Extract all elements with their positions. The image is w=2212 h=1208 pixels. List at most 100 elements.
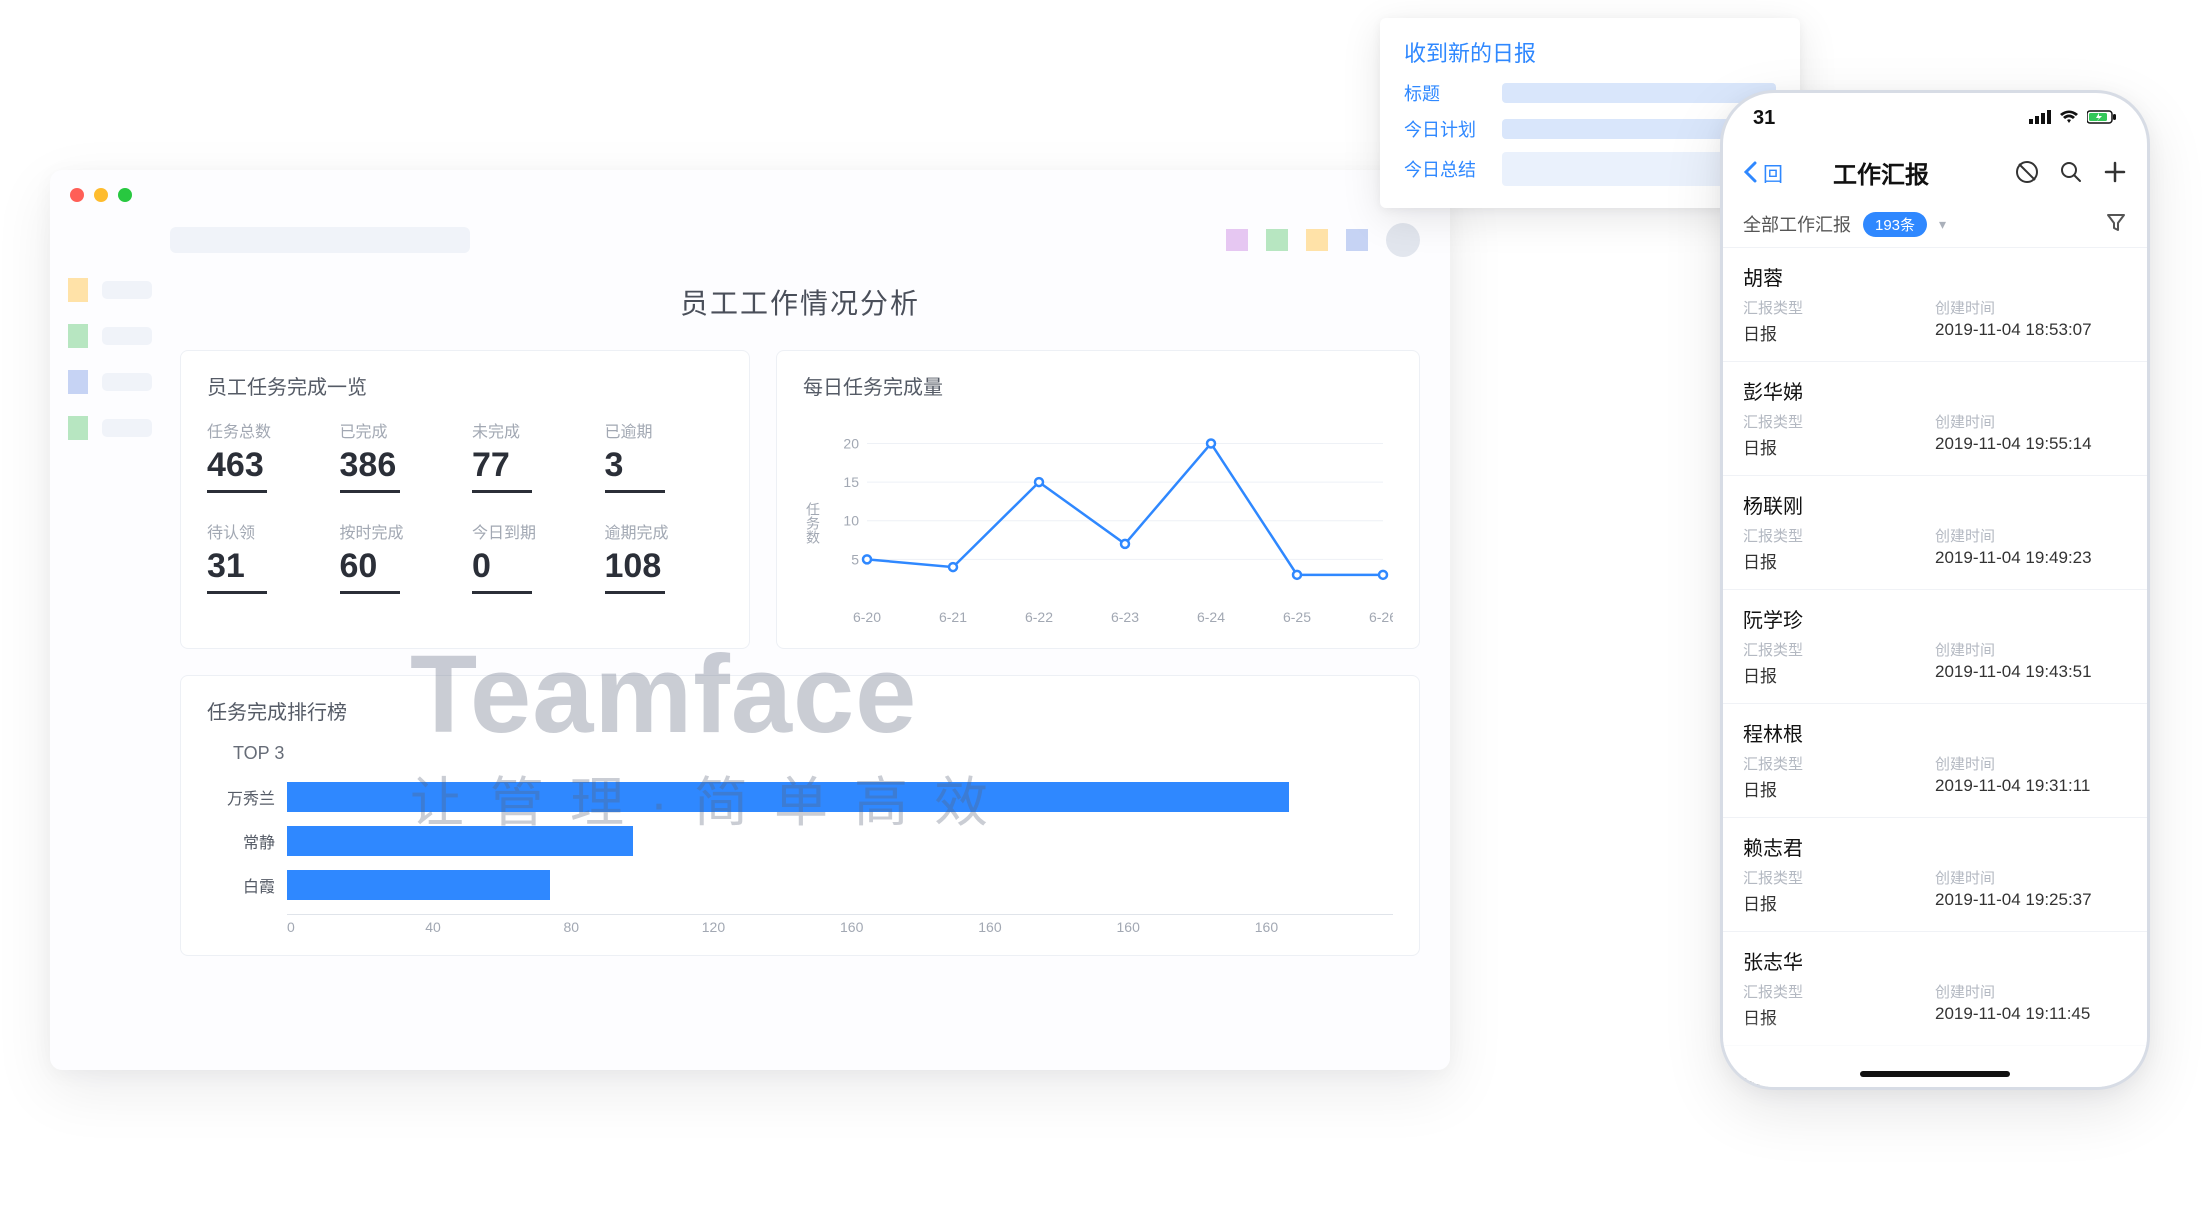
clock-icon[interactable] xyxy=(2015,160,2039,184)
rank-bar xyxy=(287,826,633,856)
sidebar-item[interactable] xyxy=(68,324,152,348)
report-author: 阮学珍 xyxy=(1743,604,2127,633)
sidebar-icon xyxy=(68,278,88,302)
report-time: 2019-11-04 19:25:37 xyxy=(1935,890,2127,910)
sidebar-item[interactable] xyxy=(68,370,152,394)
app-switcher-tile[interactable] xyxy=(1346,229,1368,251)
stat-cell: 已逾期3 xyxy=(605,418,724,493)
phone-nav-title: 工作汇报 xyxy=(1747,155,2015,190)
report-time-label: 创建时间 xyxy=(1935,867,2127,888)
report-list-item[interactable]: 杨联刚汇报类型日报创建时间2019-11-04 19:49:23 xyxy=(1723,475,2147,589)
line-chart-ylabel: 任务数 xyxy=(803,502,823,544)
rank-bar-row: 白霞 xyxy=(207,870,1393,900)
svg-text:5: 5 xyxy=(851,551,859,567)
close-icon[interactable] xyxy=(70,188,84,202)
svg-text:6-24: 6-24 xyxy=(1197,609,1225,625)
rank-name: 常静 xyxy=(207,829,287,853)
sidebar-label-placeholder xyxy=(102,373,152,391)
notification-field-label: 今日总结 xyxy=(1404,156,1480,182)
notification-field-label: 标题 xyxy=(1404,80,1480,106)
report-list-item[interactable]: 彭华娣汇报类型日报创建时间2019-11-04 19:55:14 xyxy=(1723,361,2147,475)
report-type: 日报 xyxy=(1743,890,1935,915)
window-title-bar xyxy=(50,170,1450,220)
report-author: 张志华 xyxy=(1743,946,2127,975)
filter-dropdown[interactable]: 全部工作汇报 xyxy=(1743,211,1851,237)
status-bar: 31 xyxy=(1723,93,2147,143)
report-type: 日报 xyxy=(1743,662,1935,687)
filter-row: 全部工作汇报 193条 ▾ xyxy=(1723,201,2147,247)
report-author: 杨联刚 xyxy=(1743,490,2127,519)
report-type-label: 汇报类型 xyxy=(1743,753,1935,774)
top-right-controls xyxy=(1226,223,1420,257)
report-time-label: 创建时间 xyxy=(1935,981,2127,1002)
svg-text:6-25: 6-25 xyxy=(1283,609,1311,625)
report-author: 胡蓉 xyxy=(1743,262,2127,291)
report-time: 2019-11-04 19:11:45 xyxy=(1935,1004,2127,1024)
stat-label: 已完成 xyxy=(340,418,459,442)
report-time: 2019-11-04 18:53:07 xyxy=(1935,320,2127,340)
rank-subtitle: TOP 3 xyxy=(233,743,1393,764)
battery-icon xyxy=(2087,107,2117,130)
wifi-icon xyxy=(2059,107,2079,130)
report-list-item[interactable]: 程林根汇报类型日报创建时间2019-11-04 19:31:11 xyxy=(1723,703,2147,817)
avatar[interactable] xyxy=(1386,223,1420,257)
chevron-down-icon: ▾ xyxy=(1939,216,1946,233)
report-author: 彭华娣 xyxy=(1743,376,2127,405)
maximize-icon[interactable] xyxy=(118,188,132,202)
filter-icon[interactable] xyxy=(2105,211,2127,238)
search-icon[interactable] xyxy=(2059,160,2083,184)
report-list-item[interactable]: 胡蓉汇报类型日报创建时间2019-11-04 18:53:07 xyxy=(1723,247,2147,361)
report-time-label: 创建时间 xyxy=(1935,639,2127,660)
sidebar-icon xyxy=(68,416,88,440)
svg-text:10: 10 xyxy=(843,513,859,529)
stat-value: 463 xyxy=(207,448,267,493)
sidebar xyxy=(50,260,170,1070)
report-author: 程林根 xyxy=(1743,718,2127,747)
svg-text:15: 15 xyxy=(843,474,859,490)
report-list-item[interactable]: 张志华汇报类型日报创建时间2019-11-04 19:11:45 xyxy=(1723,931,2147,1045)
desktop-window: 员工工作情况分析 员工任务完成一览 任务总数463已完成386未完成77已逾期3… xyxy=(50,170,1450,1070)
sidebar-item[interactable] xyxy=(68,416,152,440)
report-list-item[interactable]: 赖志君汇报类型日报创建时间2019-11-04 19:25:37 xyxy=(1723,817,2147,931)
signal-icon xyxy=(2029,107,2051,130)
app-switcher-tile[interactable] xyxy=(1306,229,1328,251)
report-type: 日报 xyxy=(1743,434,1935,459)
phone-frame: 31 回 工作汇报 xyxy=(1720,90,2150,1090)
phone-nav-bar: 回 工作汇报 xyxy=(1723,143,2147,201)
rank-bar xyxy=(287,782,1289,812)
app-switcher-tile[interactable] xyxy=(1266,229,1288,251)
bar-axis-tick: 40 xyxy=(425,919,563,935)
notification-row: 标题 xyxy=(1404,80,1776,106)
sidebar-label-placeholder xyxy=(102,419,152,437)
minimize-icon[interactable] xyxy=(94,188,108,202)
home-indicator[interactable] xyxy=(1860,1071,2010,1077)
report-list-item[interactable]: 阮学珍汇报类型日报创建时间2019-11-04 19:43:51 xyxy=(1723,589,2147,703)
stats-card: 员工任务完成一览 任务总数463已完成386未完成77已逾期3待认领31按时完成… xyxy=(180,350,750,649)
report-type-label: 汇报类型 xyxy=(1743,981,1935,1002)
svg-text:6-22: 6-22 xyxy=(1025,609,1053,625)
report-list: 胡蓉汇报类型日报创建时间2019-11-04 18:53:07彭华娣汇报类型日报… xyxy=(1723,247,2147,1090)
stat-value: 31 xyxy=(207,549,267,594)
report-type-label: 汇报类型 xyxy=(1743,411,1935,432)
bar-axis-tick: 160 xyxy=(1255,919,1393,935)
sidebar-item[interactable] xyxy=(68,278,152,302)
count-badge: 193条 xyxy=(1863,212,1927,237)
report-type-label: 汇报类型 xyxy=(1743,525,1935,546)
report-type: 日报 xyxy=(1743,548,1935,573)
bar-axis-tick: 160 xyxy=(840,919,978,935)
stat-cell: 未完成77 xyxy=(472,418,591,493)
stat-value: 0 xyxy=(472,549,532,594)
report-time: 2019-11-04 19:31:11 xyxy=(1935,776,2127,796)
add-icon[interactable] xyxy=(2103,160,2127,184)
line-chart: 51015206-206-216-226-236-246-256-26 xyxy=(833,418,1393,628)
bar-axis-tick: 160 xyxy=(1117,919,1255,935)
svg-text:6-26: 6-26 xyxy=(1369,609,1393,625)
stat-label: 待认领 xyxy=(207,519,326,543)
report-time-label: 创建时间 xyxy=(1935,753,2127,774)
report-list-item[interactable]: 胡蓉汇报类型日报创建时间2019-11-04 18:53:07 xyxy=(1723,1045,2147,1090)
app-switcher-tile[interactable] xyxy=(1226,229,1248,251)
rank-bar-row: 万秀兰 xyxy=(207,782,1393,812)
notification-field-label: 今日计划 xyxy=(1404,116,1480,142)
notification-field-placeholder xyxy=(1502,83,1776,103)
svg-text:20: 20 xyxy=(843,435,859,451)
